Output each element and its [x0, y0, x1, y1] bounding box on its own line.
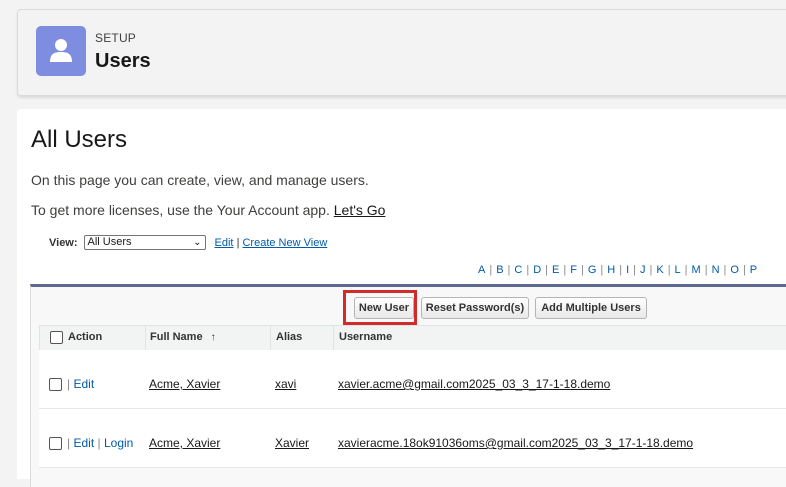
alpha-letter[interactable]: K [656, 264, 663, 276]
alpha-letter[interactable]: G [588, 264, 597, 276]
lets-go-link[interactable]: Let's Go [334, 202, 386, 218]
alpha-letter[interactable]: L [675, 264, 681, 276]
reset-password-button[interactable]: Reset Password(s) [421, 297, 529, 319]
edit-link[interactable]: Edit [73, 377, 94, 391]
row-checkbox[interactable] [49, 378, 62, 391]
licenses-text: To get more licenses, use the Your Accou… [31, 202, 385, 218]
table-row: | Edit Acme, Xavier xavi xavier.acme@gma… [39, 350, 786, 409]
view-label: View: [49, 236, 78, 249]
alpha-letter[interactable]: H [607, 264, 615, 276]
alpha-letter[interactable]: P [750, 264, 757, 276]
new-user-button[interactable]: New User [354, 297, 414, 319]
table-row: | Edit | Login Acme, Xavier Xavier xavie… [39, 409, 786, 468]
alpha-letter[interactable]: D [533, 264, 541, 276]
full-name-link[interactable]: Acme, Xavier [149, 436, 220, 450]
alpha-letter[interactable]: C [514, 264, 522, 276]
edit-link[interactable]: Edit [73, 436, 94, 450]
edit-view-link[interactable]: Edit [215, 237, 234, 249]
column-header-username[interactable]: Username [339, 331, 392, 343]
create-new-view-link[interactable]: Create New View [242, 237, 327, 249]
full-name-header-label: Full Name [150, 331, 203, 343]
view-selector-row: View: All Users ⌄ Edit | Create New View [49, 235, 327, 250]
alpha-letter[interactable]: J [640, 264, 646, 276]
alpha-letter[interactable]: I [626, 264, 629, 276]
page-description: On this page you can create, view, and m… [31, 172, 369, 188]
select-all-checkbox[interactable] [50, 331, 63, 344]
row-checkbox[interactable] [49, 437, 62, 450]
alias-link[interactable]: xavi [275, 377, 296, 391]
user-list: New User Reset Password(s) Add Multiple … [30, 284, 786, 487]
alpha-letter[interactable]: E [552, 264, 559, 276]
alpha-letter[interactable]: N [712, 264, 720, 276]
view-select[interactable]: All Users ⌄ [83, 235, 206, 250]
username-link[interactable]: xavieracme.18ok91036oms@gmail.com2025_03… [338, 436, 693, 450]
user-icon [36, 26, 86, 76]
page-title: All Users [31, 126, 128, 153]
username-link[interactable]: xavier.acme@gmail.com2025_03_3_17-1-18.d… [338, 377, 610, 391]
chevron-down-icon: ⌄ [193, 237, 202, 248]
alphabet-filter: A | B | C | D | E | F | G | H | I | J | K | L | M | N | O | P [478, 264, 758, 276]
setup-label: SETUP [95, 31, 137, 45]
page-header-title: Users [95, 50, 151, 72]
view-selected-value: All Users [87, 236, 132, 248]
alpha-letter[interactable]: A [478, 264, 485, 276]
alpha-letter[interactable]: F [570, 264, 577, 276]
alias-link[interactable]: Xavier [275, 436, 309, 450]
column-header-action: Action [68, 331, 103, 343]
licenses-text-label: To get more licenses, use the Your Accou… [31, 202, 334, 218]
alpha-letter[interactable]: M [692, 264, 701, 276]
column-header-full-name[interactable]: Full Name ↑ [150, 331, 216, 343]
alpha-letter[interactable]: O [730, 264, 739, 276]
sort-ascending-icon: ↑ [210, 332, 216, 343]
main-content: All Users On this page you can create, v… [17, 109, 786, 487]
full-name-link[interactable]: Acme, Xavier [149, 377, 220, 391]
page-header: SETUP Users [17, 9, 786, 96]
view-links-separator: | [236, 236, 240, 249]
add-multiple-users-button[interactable]: Add Multiple Users [535, 297, 647, 319]
login-link[interactable]: Login [104, 436, 133, 450]
table-header: Action Full Name ↑ Alias Username [39, 325, 786, 351]
column-header-alias[interactable]: Alias [276, 331, 302, 343]
alpha-letter[interactable]: B [496, 264, 503, 276]
